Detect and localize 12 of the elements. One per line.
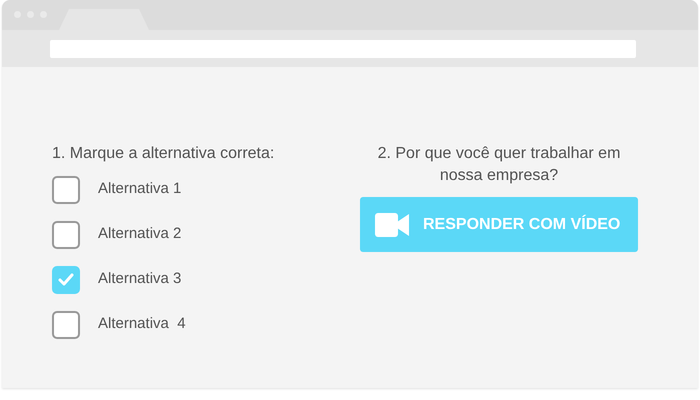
check-icon xyxy=(58,273,74,286)
checkbox[interactable] xyxy=(52,220,80,248)
checkbox[interactable] xyxy=(52,176,80,204)
option-label[interactable]: Alternativa 2 xyxy=(98,223,182,246)
option-label[interactable]: Alternativa 1 xyxy=(98,178,182,201)
option-label[interactable]: Alternativa 3 xyxy=(98,268,182,291)
video-camera-icon xyxy=(375,212,409,236)
question-text: 2. Por que você quer trabalhar em nossa empresa? xyxy=(376,144,622,186)
option-label[interactable]: Alternativa 4 xyxy=(98,313,186,336)
checkbox[interactable] xyxy=(52,310,80,338)
question-text: 1. Marque a alternativa correta: xyxy=(52,144,276,164)
checkbox[interactable] xyxy=(52,266,80,294)
